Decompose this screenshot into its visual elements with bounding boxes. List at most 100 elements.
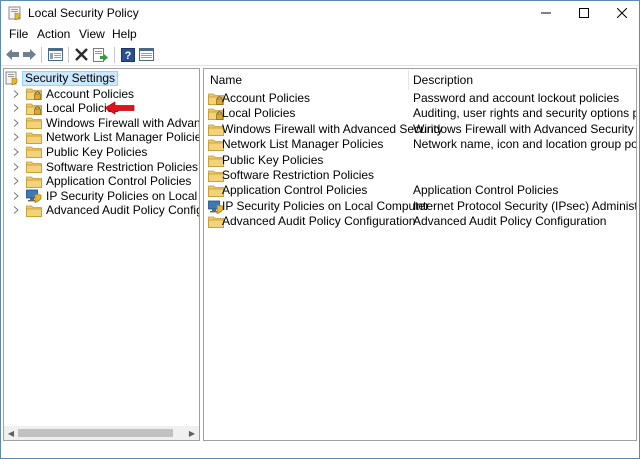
tree-item-label: Software Restriction Policies xyxy=(46,159,199,174)
tree-pane: Security Settings Account Policies Local … xyxy=(3,68,200,441)
tree-root-security-settings[interactable]: Security Settings xyxy=(5,70,119,86)
tree-root-label: Security Settings xyxy=(22,70,119,86)
folder-icon xyxy=(26,175,42,188)
folder-icon xyxy=(26,145,42,159)
tree-item-label: IP Security Policies on Local Compute xyxy=(46,188,199,203)
list-item-description: Advanced Audit Policy Configuration xyxy=(413,214,607,229)
show-hide-tree-icon xyxy=(48,48,63,61)
list-item-description: Network name, icon and location group po… xyxy=(413,137,637,152)
expand-chevron-icon[interactable] xyxy=(10,88,22,100)
column-header-name[interactable]: Name xyxy=(210,69,408,91)
export-list-button[interactable] xyxy=(92,46,109,63)
red-annotation-arrow xyxy=(104,101,135,115)
expand-chevron-icon[interactable] xyxy=(10,146,22,158)
folder-icon xyxy=(26,204,42,217)
list-item-description: Application Control Policies xyxy=(413,183,559,198)
back-button[interactable] xyxy=(4,46,21,63)
scrollbar-thumb[interactable] xyxy=(18,429,173,437)
list-item-name: Network List Manager Policies xyxy=(222,137,384,152)
back-arrow-icon xyxy=(6,49,19,60)
security-settings-icon xyxy=(5,71,18,85)
expand-chevron-icon[interactable] xyxy=(10,102,22,114)
expand-chevron-icon[interactable] xyxy=(10,175,22,187)
help-icon: ? xyxy=(120,47,135,62)
list-item[interactable]: Account Policies Password and account loc… xyxy=(204,91,636,106)
tree-item[interactable]: Advanced Audit Policy Configuration xyxy=(4,203,200,218)
tree-item-label: Application Control Policies xyxy=(46,174,192,189)
tree-item[interactable]: Application Control Policies xyxy=(4,174,191,189)
tree-item-label: Account Policies xyxy=(46,86,135,101)
list-item-name: Public Key Policies xyxy=(222,152,324,167)
app-window: Local Security Policy File Action View H… xyxy=(0,0,640,459)
list-item[interactable]: IP Security Policies on Local Computer In… xyxy=(204,199,636,214)
maximize-icon xyxy=(579,8,589,18)
list-item[interactable]: Network List Manager Policies Network nam… xyxy=(204,137,636,152)
tree-horizontal-scrollbar[interactable]: ◀ ▶ xyxy=(4,426,199,440)
security-policy-app-icon xyxy=(8,6,21,20)
list-item-description: Password and account lockout policies xyxy=(413,91,620,105)
forward-arrow-icon xyxy=(23,49,36,60)
expand-chevron-icon[interactable] xyxy=(10,117,22,129)
list-item-description: Auditing, user rights and security optio… xyxy=(413,106,636,121)
list-item[interactable]: Public Key Policies xyxy=(204,153,636,168)
tree-item-label: Network List Manager Policies xyxy=(46,130,200,145)
toolbar: ? xyxy=(1,44,639,66)
list-item[interactable]: Advanced Audit Policy Configuration Advan… xyxy=(204,214,636,229)
title-bar: Local Security Policy xyxy=(1,1,639,25)
export-list-icon xyxy=(93,47,108,62)
tree-item[interactable]: Public Key Policies xyxy=(4,144,147,159)
window-title: Local Security Policy xyxy=(28,6,139,20)
list-item-name: Windows Firewall with Advanced Security xyxy=(222,121,443,136)
menu-bar: File Action View Help xyxy=(1,26,639,44)
expand-chevron-icon[interactable] xyxy=(10,161,22,173)
forward-button[interactable] xyxy=(21,46,38,63)
close-icon xyxy=(617,8,627,18)
scroll-right-arrow[interactable]: ▶ xyxy=(185,426,199,440)
tree-item[interactable]: Account Policies xyxy=(4,86,134,101)
ipsec-shield-icon xyxy=(26,189,42,204)
list-item[interactable]: Windows Firewall with Advanced Security W… xyxy=(204,122,636,137)
list-item-name: Software Restriction Policies xyxy=(222,168,375,182)
properties-icon xyxy=(139,48,154,61)
menu-view[interactable]: View xyxy=(79,27,105,41)
scroll-left-arrow[interactable]: ◀ xyxy=(4,426,18,440)
list-item[interactable]: Software Restriction Policies xyxy=(204,168,636,183)
list-item[interactable]: Local Policies Auditing, user rights and … xyxy=(204,106,636,121)
expand-chevron-icon[interactable] xyxy=(10,204,22,216)
menu-help[interactable]: Help xyxy=(112,27,137,41)
list-pane: Name Description Account Policies Passwor… xyxy=(203,68,637,441)
tree-item[interactable]: IP Security Policies on Local Compute xyxy=(4,188,199,204)
list-item-name: Local Policies xyxy=(222,106,296,121)
folder-icon xyxy=(26,116,42,130)
folder-lock-icon xyxy=(26,102,42,115)
help-button[interactable]: ? xyxy=(119,46,136,63)
menu-file[interactable]: File xyxy=(9,27,28,41)
tree-item[interactable]: Software Restriction Policies xyxy=(4,159,198,174)
tree-item[interactable]: Windows Firewall with Advanced Sec xyxy=(4,115,199,130)
tree-item-label: Windows Firewall with Advanced Sec xyxy=(46,115,199,130)
delete-button[interactable] xyxy=(73,46,90,63)
expand-chevron-icon[interactable] xyxy=(10,131,22,143)
list-item-description: Internet Protocol Security (IPsec) Admin… xyxy=(413,198,637,213)
tree-item-label: Advanced Audit Policy Configuration xyxy=(46,203,200,218)
tree-item[interactable]: Network List Manager Policies xyxy=(4,130,200,145)
tree-item-label: Public Key Policies xyxy=(46,144,148,159)
list-item-description: Windows Firewall with Advanced Security xyxy=(413,121,634,136)
list-item-name: Application Control Policies xyxy=(222,183,368,198)
expand-chevron-icon[interactable] xyxy=(10,190,22,202)
delete-icon xyxy=(75,48,88,61)
folder-lock-icon xyxy=(26,87,42,100)
show-hide-tree-button[interactable] xyxy=(47,46,64,63)
folder-icon xyxy=(26,160,42,173)
list-item-name: Advanced Audit Policy Configuration xyxy=(222,214,416,229)
minimize-icon xyxy=(541,12,551,14)
properties-button[interactable] xyxy=(138,46,155,63)
folder-icon xyxy=(26,131,42,144)
column-header-description[interactable]: Description xyxy=(413,69,633,91)
list-item-name: IP Security Policies on Local Computer xyxy=(222,198,430,213)
list-item[interactable]: Application Control Policies Application … xyxy=(204,183,636,198)
menu-action[interactable]: Action xyxy=(37,27,70,41)
close-button[interactable] xyxy=(599,1,640,25)
svg-text:?: ? xyxy=(124,50,131,62)
list-item-name: Account Policies xyxy=(222,91,311,105)
